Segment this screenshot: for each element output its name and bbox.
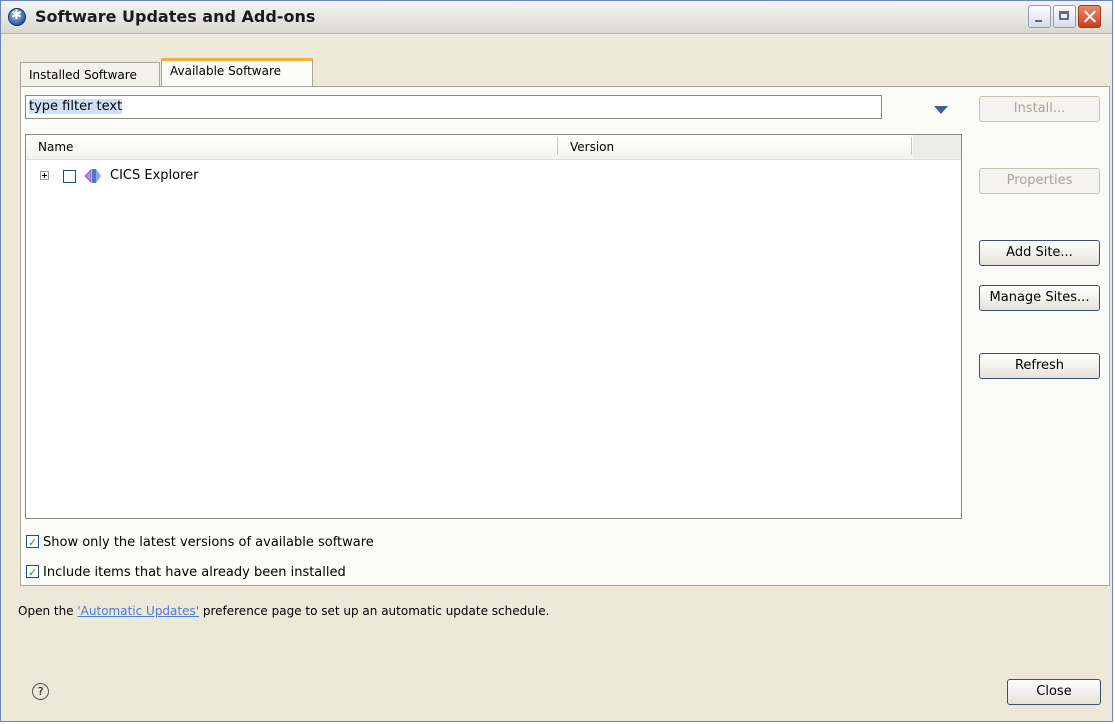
tab-installed-software[interactable]: Installed Software	[20, 62, 160, 86]
software-tree-table[interactable]: Name Version CICS Explorer	[25, 134, 962, 519]
close-button[interactable]: Close	[1007, 679, 1101, 705]
include-installed-option[interactable]: ✓ Include items that have already been in…	[26, 565, 346, 580]
check-mark-icon: ✓	[28, 536, 38, 549]
eclipse-app-icon	[8, 8, 26, 26]
latest-versions-option[interactable]: ✓ Show only the latest versions of availa…	[26, 535, 374, 550]
column-separator[interactable]	[557, 137, 558, 155]
expand-icon[interactable]	[40, 171, 49, 180]
help-icon[interactable]: ?	[32, 683, 49, 700]
include-installed-label: Include items that have already been ins…	[43, 565, 346, 580]
automatic-updates-link[interactable]: 'Automatic Updates'	[77, 604, 199, 618]
include-installed-checkbox[interactable]: ✓	[26, 565, 39, 579]
close-window-icon[interactable]	[1078, 5, 1101, 28]
properties-button[interactable]: Properties	[979, 168, 1100, 194]
tab-available-software[interactable]: Available Software	[161, 58, 313, 87]
filter-text: type filter text	[29, 99, 123, 114]
install-button[interactable]: Install...	[979, 96, 1100, 122]
view-menu-dropdown-icon[interactable]	[934, 106, 948, 114]
row-name: CICS Explorer	[110, 168, 199, 183]
filter-input[interactable]: type filter text	[25, 95, 882, 119]
feature-icon	[84, 169, 101, 183]
automatic-updates-info: Open the 'Automatic Updates' preference …	[18, 604, 549, 618]
add-site-button[interactable]: Add Site...	[979, 240, 1100, 266]
column-header-name[interactable]: Name	[38, 140, 73, 154]
header-filler	[913, 135, 961, 159]
info-prefix: Open the	[18, 604, 78, 618]
title-bar[interactable]: Software Updates and Add-ons	[1, 1, 1112, 34]
check-mark-icon: ✓	[28, 566, 38, 579]
manage-sites-button[interactable]: Manage Sites...	[979, 285, 1100, 311]
info-suffix: preference page to set up an automatic u…	[199, 604, 550, 618]
minimize-icon[interactable]	[1028, 5, 1051, 28]
latest-versions-checkbox[interactable]: ✓	[26, 535, 39, 549]
table-row[interactable]: CICS Explorer	[26, 165, 961, 187]
column-header-version[interactable]: Version	[570, 140, 614, 154]
latest-versions-label: Show only the latest versions of availab…	[43, 535, 374, 550]
window-title: Software Updates and Add-ons	[35, 7, 316, 26]
maximize-icon[interactable]	[1053, 5, 1076, 28]
column-separator[interactable]	[911, 137, 912, 155]
table-header: Name Version	[26, 135, 961, 160]
refresh-button[interactable]: Refresh	[979, 353, 1100, 379]
row-checkbox[interactable]	[63, 170, 76, 183]
